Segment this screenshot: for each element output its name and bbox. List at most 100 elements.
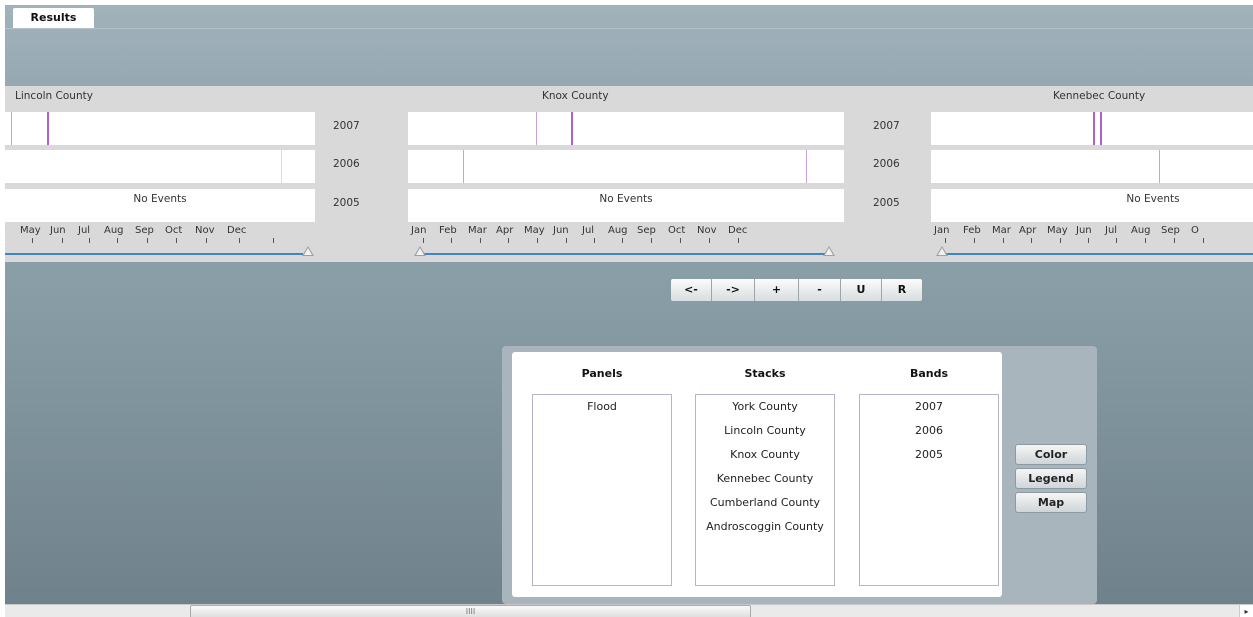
month-tick: [1116, 238, 1117, 243]
month-tick: [651, 238, 652, 243]
band-2006[interactable]: [408, 150, 844, 183]
no-events-label: No Events: [133, 193, 187, 205]
band-2005[interactable]: No Events: [408, 189, 844, 222]
month-label: Jun: [553, 225, 569, 236]
month-label: Aug: [104, 225, 124, 236]
month-label: O: [1191, 225, 1199, 236]
month-tick: [62, 238, 63, 243]
tab-strip: Results: [5, 5, 1253, 29]
list-item[interactable]: Flood: [533, 395, 671, 419]
month-tick: [32, 238, 33, 243]
back-button[interactable]: <-: [671, 279, 712, 301]
range-slider-track[interactable]: [419, 253, 829, 255]
event-marker[interactable]: [536, 112, 537, 145]
range-slider-track[interactable]: [5, 253, 303, 255]
band-2007[interactable]: [931, 112, 1253, 145]
list-item[interactable]: 2006: [860, 419, 998, 443]
month-tick: [622, 238, 623, 243]
slider-thumb-right[interactable]: [823, 246, 835, 256]
bands-list[interactable]: 2007 2006 2005: [859, 394, 999, 586]
tab-results[interactable]: Results: [13, 8, 94, 29]
band-2007[interactable]: [5, 112, 315, 145]
zoom-out-button[interactable]: -: [799, 279, 841, 301]
month-label: Jan: [411, 225, 427, 236]
list-item[interactable]: 2007: [860, 395, 998, 419]
panel-title: Lincoln County: [15, 90, 93, 102]
bands-header: Bands: [909, 367, 949, 380]
slider-thumb-right[interactable]: [302, 246, 314, 256]
year-label: 2006: [333, 158, 360, 170]
event-marker[interactable]: [281, 150, 282, 183]
r-button[interactable]: R: [882, 279, 922, 301]
zoom-in-button[interactable]: +: [755, 279, 799, 301]
scroll-right-arrow-icon[interactable]: ▸: [1239, 605, 1253, 617]
month-tick: [206, 238, 207, 243]
list-item[interactable]: Androscoggin County: [696, 515, 834, 539]
month-tick: [147, 238, 148, 243]
month-label: Dec: [728, 225, 748, 236]
panels-list[interactable]: Flood: [532, 394, 672, 586]
u-button[interactable]: U: [841, 279, 882, 301]
month-tick: [451, 238, 452, 243]
slider-thumb-left[interactable]: [414, 246, 426, 256]
event-marker[interactable]: [571, 112, 573, 145]
band-2005[interactable]: No Events: [5, 189, 315, 222]
month-tick: [709, 238, 710, 243]
list-item[interactable]: York County: [696, 395, 834, 419]
band-2007[interactable]: [408, 112, 844, 145]
band-2006[interactable]: [5, 150, 315, 183]
event-marker[interactable]: [1159, 150, 1160, 183]
color-button[interactable]: Color: [1015, 444, 1087, 465]
month-label: Jan: [934, 225, 950, 236]
month-label: Sep: [637, 225, 656, 236]
month-tick: [480, 238, 481, 243]
legend-button[interactable]: Legend: [1015, 468, 1087, 489]
list-item[interactable]: Lincoln County: [696, 419, 834, 443]
stacks-list[interactable]: York County Lincoln County Knox County K…: [695, 394, 835, 586]
range-slider-track[interactable]: [941, 253, 1253, 255]
timeline-nav-bar: <- -> + - U R: [670, 278, 923, 302]
band-2005[interactable]: No Events: [931, 189, 1253, 222]
month-tick: [239, 238, 240, 243]
month-label: Jul: [1105, 225, 1118, 236]
month-tick: [89, 238, 90, 243]
event-marker[interactable]: [11, 112, 12, 145]
event-marker[interactable]: [1093, 112, 1095, 145]
year-label: 2005: [873, 197, 900, 209]
forward-button[interactable]: ->: [712, 279, 755, 301]
month-label: Jul: [78, 225, 91, 236]
event-marker[interactable]: [1100, 112, 1102, 145]
list-item[interactable]: Knox County: [696, 443, 834, 467]
month-label: Nov: [195, 225, 215, 236]
month-tick: [117, 238, 118, 243]
no-events-label: No Events: [599, 193, 653, 205]
month-label: Feb: [963, 225, 981, 236]
control-panel: Panels Stacks Bands Flood York County Li…: [502, 346, 1097, 604]
month-label: Oct: [165, 225, 183, 236]
event-marker[interactable]: [806, 150, 807, 183]
month-tick: [594, 238, 595, 243]
event-marker[interactable]: [47, 112, 49, 145]
month-tick: [945, 238, 946, 243]
month-label: Jun: [1076, 225, 1092, 236]
month-label: Mar: [468, 225, 487, 236]
slider-thumb-left[interactable]: [936, 246, 948, 256]
horizontal-scrollbar[interactable]: IIII ▸: [5, 604, 1253, 617]
month-label: Jun: [50, 225, 66, 236]
map-button[interactable]: Map: [1015, 492, 1087, 513]
event-marker[interactable]: [463, 150, 464, 183]
month-label: Feb: [439, 225, 457, 236]
month-tick: [1088, 238, 1089, 243]
month-tick: [1145, 238, 1146, 243]
month-tick: [176, 238, 177, 243]
list-item[interactable]: Kennebec County: [696, 467, 834, 491]
no-events-label: No Events: [1126, 193, 1180, 205]
timeline-area: Lincoln County No Events 2007 2006 2005 …: [5, 86, 1253, 262]
scrollbar-thumb[interactable]: IIII: [190, 605, 751, 617]
list-item[interactable]: 2005: [860, 443, 998, 467]
panel-title: Knox County: [542, 90, 609, 102]
month-label: Sep: [135, 225, 154, 236]
month-tick: [423, 238, 424, 243]
list-item[interactable]: Cumberland County: [696, 491, 834, 515]
band-2006[interactable]: [931, 150, 1253, 183]
